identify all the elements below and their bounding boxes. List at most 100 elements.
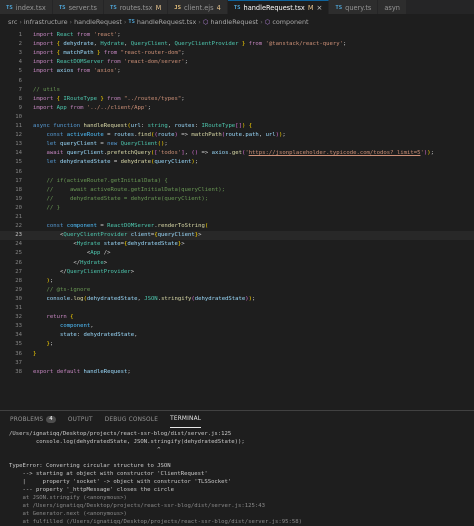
- code-line[interactable]: 18 // await activeRoute.getInitialData(q…: [0, 186, 474, 195]
- tab-problems[interactable]: PROBLEMS 4: [10, 411, 56, 428]
- code-editor[interactable]: 1 import React from 'react'; 2 import { deh…: [0, 31, 474, 409]
- code-line[interactable]: 11 async function handleRequest(url: stri…: [0, 122, 474, 131]
- tab-terminal-label: TERMINAL: [170, 416, 202, 422]
- tab-output-label: OUTPUT: [67, 416, 93, 423]
- chevron-right-icon: ›: [198, 17, 201, 26]
- code-line[interactable]: 20 // }: [0, 204, 474, 213]
- code-line[interactable]: 9 import App from '../../client/App';: [0, 104, 474, 113]
- breadcrumb-src[interactable]: src: [8, 18, 17, 26]
- code-text: );: [46, 277, 54, 284]
- code-line[interactable]: 5 import axios from 'axios';: [0, 67, 474, 76]
- code-text: import { dehydrate, Hydrate, QueryClient…: [33, 41, 347, 48]
- code-line[interactable]: 23 <QueryClientProvider client={queryCli…: [0, 231, 474, 241]
- code-text: component,: [59, 323, 94, 330]
- code-line[interactable]: 7 // utils: [0, 86, 474, 95]
- breadcrumb-file[interactable]: handleRequest.tsx: [137, 18, 196, 26]
- code-line[interactable]: 27 </QueryClientProvider>: [0, 268, 474, 277]
- line-number: 29: [15, 286, 22, 293]
- code-line[interactable]: 31: [0, 304, 474, 313]
- terminal-line: | property 'socket' -> object with const…: [9, 479, 232, 485]
- code-line[interactable]: 1 import React from 'react';: [0, 31, 474, 40]
- code-text: // dehydratedState = dehydrate(queryClie…: [33, 195, 209, 202]
- code-line[interactable]: 28 );: [0, 277, 474, 286]
- line-number: 1: [18, 32, 22, 38]
- close-icon[interactable]: ×: [317, 4, 323, 12]
- editor-tab[interactable]: TS handleRequest.tsx M ×: [227, 0, 330, 14]
- code-line[interactable]: 14 await queryClient.prefetchQuery(['tod…: [0, 149, 474, 158]
- editor-tab-label: handleRequest.tsx: [243, 4, 305, 12]
- code-text: import axios from 'axios';: [33, 68, 121, 75]
- tab-debug-console-label: DEBUG CONSOLE: [104, 416, 159, 423]
- tab-output[interactable]: OUTPUT: [68, 411, 93, 428]
- code-line[interactable]: 38 export default handleRequest;: [0, 368, 474, 377]
- line-number: 24: [15, 241, 22, 248]
- breadcrumb-handlerequest-folder[interactable]: handleRequest: [74, 18, 122, 26]
- breadcrumb-infrastructure[interactable]: infrastructure: [24, 18, 68, 26]
- code-line[interactable]: 22 const component = ReactDOMServer.rend…: [0, 222, 474, 231]
- panel-tab-bar: PROBLEMS 4 OUTPUT DEBUG CONSOLE TERMINAL: [0, 411, 474, 428]
- line-number: 38: [15, 368, 22, 375]
- terminal-line: /Users/ignatiqq/Desktop/projects/react-s…: [9, 431, 232, 437]
- chevron-right-icon: ›: [69, 17, 73, 26]
- code-text: console.log(dehydratedState, JSON.string…: [46, 295, 256, 302]
- code-line[interactable]: 34 state: dehydratedState,: [0, 331, 474, 340]
- code-text: await queryClient.prefetchQuery(['todos'…: [46, 150, 434, 157]
- line-number: 14: [15, 150, 22, 157]
- line-number: 35: [15, 341, 22, 348]
- code-line[interactable]: 10: [0, 113, 474, 122]
- code-text: state: dehydratedState,: [59, 332, 138, 339]
- code-text: </Hydrate>: [73, 259, 108, 266]
- tab-terminal[interactable]: TERMINAL: [170, 411, 202, 428]
- code-line[interactable]: 8 import { IRouteType } from "../routes/t…: [0, 95, 474, 104]
- code-line[interactable]: 2 import { dehydrate, Hydrate, QueryClien…: [0, 40, 474, 49]
- line-number: 4: [18, 59, 22, 66]
- code-line[interactable]: 6: [0, 77, 474, 86]
- code-text: // }: [33, 204, 60, 211]
- editor-tab[interactable]: TS query.ts: [329, 0, 379, 14]
- code-line[interactable]: 36}: [0, 350, 474, 359]
- code-line[interactable]: 13 let queryClient = new QueryClient();: [0, 140, 474, 149]
- code-line[interactable]: 24 <Hydrate state={dehydratedState}>: [0, 240, 474, 249]
- breadcrumb-symbol-child[interactable]: component: [272, 18, 308, 26]
- code-line[interactable]: 33 component,: [0, 322, 474, 331]
- line-number: 27: [15, 268, 22, 275]
- editor-tab[interactable]: asyn: [378, 0, 407, 14]
- editor-tab[interactable]: TS server.ts: [52, 0, 104, 14]
- code-line[interactable]: 21: [0, 213, 474, 222]
- code-line[interactable]: 19 // dehydratedState = dehydrate(queryC…: [0, 195, 474, 204]
- code-line[interactable]: 35 };: [0, 340, 474, 349]
- code-line[interactable]: 3 import { matchPath } from "react-router…: [0, 49, 474, 58]
- code-line[interactable]: 37: [0, 359, 474, 368]
- code-line[interactable]: 32 return {: [0, 313, 474, 322]
- line-number: 19: [15, 195, 22, 202]
- line-number: 32: [15, 314, 22, 321]
- typescript-file-icon: TS: [6, 4, 13, 11]
- line-number: 17: [15, 177, 22, 184]
- breadcrumb-symbol[interactable]: handleRequest: [210, 18, 258, 26]
- code-line[interactable]: 16: [0, 168, 474, 177]
- function-symbol-icon: ⬡: [202, 17, 209, 26]
- editor-tab[interactable]: TS index.tsx: [0, 0, 53, 14]
- terminal-output[interactable]: /Users/ignatiqq/Desktop/projects/react-s…: [0, 430, 474, 526]
- line-number: 30: [15, 295, 22, 302]
- code-line[interactable]: 25 <App />: [0, 249, 474, 258]
- line-number: 7: [18, 86, 22, 93]
- tab-debug-console[interactable]: DEBUG CONSOLE: [105, 411, 158, 428]
- code-text: import App from '../../client/App';: [33, 104, 151, 111]
- code-text: <Hydrate state={dehydratedState}>: [73, 241, 185, 248]
- code-text: import { matchPath } from "react-router-…: [33, 50, 185, 57]
- code-line[interactable]: 15 let dehydratedState = dehydrate(query…: [0, 158, 474, 167]
- code-line[interactable]: 30 console.log(dehydratedState, JSON.str…: [0, 295, 474, 304]
- terminal-line: --- property '_httpMessage' closes the c…: [9, 487, 175, 493]
- code-line[interactable]: 12 const activeRoute = routes.find((rout…: [0, 131, 474, 140]
- code-line[interactable]: 4 import ReactDOMServer from 'react-dom/s…: [0, 58, 474, 67]
- code-line[interactable]: 29 // @ts-ignore: [0, 286, 474, 295]
- editor-tab[interactable]: TS routes.tsx M: [103, 0, 169, 14]
- code-line[interactable]: 26 </Hydrate>: [0, 259, 474, 268]
- code-text: // if(activeRoute?.getInitialData) {: [33, 177, 168, 184]
- code-text: const activeRoute = routes.find((route) …: [46, 132, 286, 139]
- editor-tab[interactable]: JS client.ejs 4: [168, 0, 228, 14]
- code-line[interactable]: 17 // if(activeRoute?.getInitialData) {: [0, 177, 474, 186]
- code-text: import React from 'react';: [33, 32, 121, 38]
- javascript-file-icon: JS: [174, 4, 182, 11]
